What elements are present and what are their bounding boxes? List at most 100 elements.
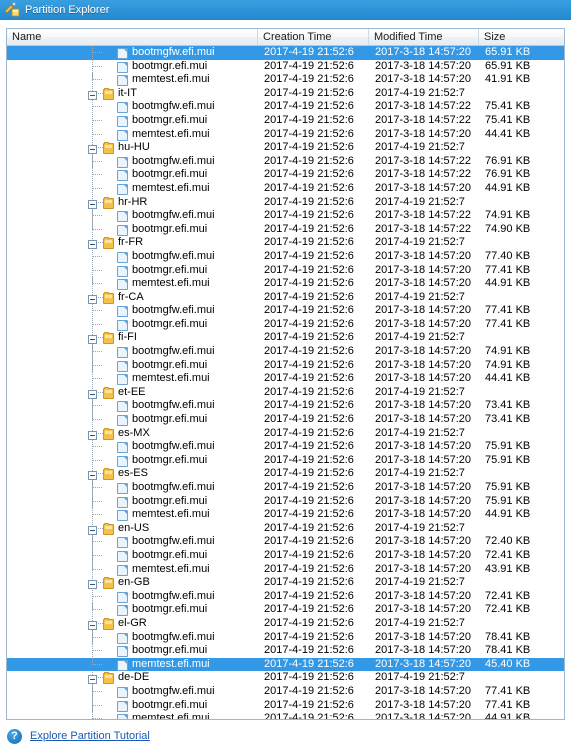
table-row[interactable]: fi-FI 2017-4-19 21:52:6 2017-4-19 21:52:7 bbox=[7, 331, 564, 345]
table-row[interactable]: bootmgr.efi.mui 2017-4-19 21:52:6 2017-3-1… bbox=[7, 358, 564, 373]
table-row[interactable]: memtest.efi.mui 2017-4-19 21:52:6 2017-3-1… bbox=[7, 73, 564, 87]
tree-expander-collapse-icon[interactable] bbox=[88, 294, 97, 304]
table-row[interactable]: hr-HR 2017-4-19 21:52:6 2017-4-19 21:52:7 bbox=[7, 196, 564, 210]
table-row[interactable]: bootmgr.efi.mui 2017-4-19 21:52:6 2017-3-1… bbox=[7, 113, 564, 128]
cell-creation-time: 2017-4-19 21:52:6 bbox=[264, 100, 354, 113]
tree-expander-collapse-icon[interactable] bbox=[88, 199, 97, 209]
cell-name: bootmgfw.efi.mui bbox=[7, 481, 258, 495]
table-row[interactable]: bootmgfw.efi.mui 2017-4-19 21:52:6 2017-3-… bbox=[7, 209, 564, 223]
table-row[interactable]: bootmgfw.efi.mui 2017-4-19 21:52:6 2017-3-… bbox=[7, 684, 564, 699]
table-row[interactable]: memtest.efi.mui 2017-4-19 21:52:6 2017-3-1… bbox=[7, 508, 564, 522]
cell-modified-time: 2017-3-18 14:57:20 bbox=[375, 358, 472, 371]
table-row[interactable]: it-IT 2017-4-19 21:52:6 2017-4-19 21:52:7 bbox=[7, 87, 564, 101]
cell-modified-time: 2017-4-19 21:52:7 bbox=[375, 385, 465, 398]
table-row[interactable]: bootmgfw.efi.mui 2017-4-19 21:52:6 2017-3-… bbox=[7, 630, 564, 645]
explore-partition-tutorial-link[interactable]: Explore Partition Tutorial bbox=[30, 730, 150, 742]
item-label: bootmgr.efi.mui bbox=[132, 113, 208, 126]
cell-name: bootmgfw.efi.mui bbox=[7, 440, 258, 454]
item-label: bootmgr.efi.mui bbox=[132, 222, 208, 235]
column-header-modified-time[interactable]: Modified Time bbox=[369, 29, 479, 45]
table-row[interactable]: fr-CA 2017-4-19 21:52:6 2017-4-19 21:52:7 bbox=[7, 291, 564, 305]
tree-connector bbox=[93, 351, 102, 353]
tree-expander-collapse-icon[interactable] bbox=[88, 525, 97, 535]
tree-expander-collapse-icon[interactable] bbox=[88, 90, 97, 100]
table-row[interactable]: memtest.efi.mui 2017-4-19 21:52:6 2017-3-1… bbox=[7, 562, 564, 577]
tree-expander-collapse-icon[interactable] bbox=[88, 620, 97, 630]
cell-size: 74.90 KB bbox=[485, 222, 531, 235]
table-row[interactable]: bootmgfw.efi.mui 2017-4-19 21:52:6 2017-3-… bbox=[7, 154, 564, 169]
cell-creation-time: 2017-4-19 21:52:6 bbox=[264, 481, 354, 493]
table-row[interactable]: bootmgr.efi.mui 2017-4-19 21:52:6 2017-3-1… bbox=[7, 413, 564, 427]
cell-size: 75.91 KB bbox=[485, 494, 531, 507]
table-row[interactable]: es-MX 2017-4-19 21:52:6 2017-4-19 21:52:7 bbox=[7, 427, 564, 441]
table-row[interactable]: hu-HU 2017-4-19 21:52:6 2017-4-19 21:52:7 bbox=[7, 141, 564, 155]
table-row[interactable]: bootmgfw.efi.mui 2017-4-19 21:52:6 2017-3-… bbox=[7, 100, 564, 114]
table-row[interactable]: bootmgfw.efi.mui 2017-4-19 21:52:6 2017-3-… bbox=[7, 399, 564, 414]
tree-connector bbox=[93, 568, 102, 570]
tree-expander-collapse-icon[interactable] bbox=[88, 675, 97, 685]
help-circle-icon[interactable]: ? bbox=[7, 728, 22, 744]
tree-expander-collapse-icon[interactable] bbox=[88, 471, 97, 481]
table-row[interactable]: en-US 2017-4-19 21:52:6 2017-4-19 21:52:7 bbox=[7, 522, 564, 536]
cell-name: bootmgfw.efi.mui bbox=[7, 589, 258, 604]
table-row[interactable]: bootmgfw.efi.mui 2017-4-19 21:52:6 2017-3-… bbox=[7, 481, 564, 495]
table-row[interactable]: memtest.efi.mui 2017-4-19 21:52:6 2017-3-1… bbox=[7, 127, 564, 142]
table-row[interactable]: en-GB 2017-4-19 21:52:6 2017-4-19 21:52:7 bbox=[7, 576, 564, 590]
table-row[interactable]: bootmgr.efi.mui 2017-4-19 21:52:6 2017-3-1… bbox=[7, 168, 564, 182]
tree-expander-collapse-icon[interactable] bbox=[88, 240, 97, 250]
table-row[interactable]: bootmgr.efi.mui 2017-4-19 21:52:6 2017-3-1… bbox=[7, 317, 564, 332]
folder-icon bbox=[103, 386, 114, 399]
table-row[interactable]: bootmgr.efi.mui 2017-4-19 21:52:6 2017-3-1… bbox=[7, 222, 564, 237]
table-row[interactable]: bootmgr.efi.mui 2017-4-19 21:52:6 2017-3-1… bbox=[7, 644, 564, 658]
item-label: en-GB bbox=[118, 576, 150, 589]
table-row[interactable]: bootmgfw.efi.mui 2017-4-19 21:52:6 2017-3-… bbox=[7, 589, 564, 604]
table-row[interactable]: bootmgfw.efi.mui 2017-4-19 21:52:6 2017-3-… bbox=[7, 304, 564, 318]
table-row[interactable]: bootmgr.efi.mui 2017-4-19 21:52:6 2017-3-1… bbox=[7, 263, 564, 278]
table-row[interactable]: de-DE 2017-4-19 21:52:6 2017-4-19 21:52:7 bbox=[7, 671, 564, 685]
cell-creation-time: 2017-4-19 21:52:6 bbox=[264, 236, 354, 249]
table-row[interactable]: bootmgr.efi.mui 2017-4-19 21:52:6 2017-3-1… bbox=[7, 548, 564, 563]
table-row[interactable]: bootmgr.efi.mui 2017-4-19 21:52:6 2017-3-1… bbox=[7, 698, 564, 713]
table-row[interactable]: bootmgr.efi.mui 2017-4-19 21:52:6 2017-3-1… bbox=[7, 603, 564, 617]
cell-creation-time: 2017-4-19 21:52:6 bbox=[264, 576, 354, 589]
tree-expander-collapse-icon[interactable] bbox=[88, 335, 97, 345]
table-row[interactable]: bootmgfw.efi.mui 2017-4-19 21:52:6 2017-3-… bbox=[7, 345, 564, 359]
tree-expander-collapse-icon[interactable] bbox=[88, 145, 97, 155]
table-row[interactable]: memtest.efi.mui 2017-4-19 21:52:6 2017-3-1… bbox=[7, 372, 564, 386]
cell-size: 43.91 KB bbox=[485, 562, 531, 575]
table-row[interactable]: bootmgfw.efi.mui 2017-4-19 21:52:6 2017-3-… bbox=[7, 249, 564, 264]
item-label: bootmgr.efi.mui bbox=[132, 358, 208, 371]
column-header-size[interactable]: Size bbox=[479, 29, 564, 45]
table-row[interactable]: es-ES 2017-4-19 21:52:6 2017-4-19 21:52:7 bbox=[7, 467, 564, 481]
cell-modified-time: 2017-4-19 21:52:7 bbox=[375, 576, 465, 589]
cell-name: bootmgr.efi.mui bbox=[7, 113, 258, 128]
table-row[interactable]: memtest.efi.mui 2017-4-19 21:52:6 2017-3-1… bbox=[7, 712, 564, 719]
cell-name: hr-HR bbox=[7, 196, 258, 210]
table-row[interactable]: fr-FR 2017-4-19 21:52:6 2017-4-19 21:52:7 bbox=[7, 236, 564, 250]
tree-expander-collapse-icon[interactable] bbox=[88, 389, 97, 399]
tree-expander-collapse-icon[interactable] bbox=[88, 580, 97, 590]
cell-creation-time: 2017-4-19 21:52:6 bbox=[264, 127, 354, 140]
file-icon bbox=[117, 102, 128, 114]
table-row[interactable]: bootmgfw.efi.mui 2017-4-19 21:52:6 2017-3-… bbox=[7, 440, 564, 454]
table-row[interactable]: el-GR 2017-4-19 21:52:6 2017-4-19 21:52:7 bbox=[7, 617, 564, 631]
table-row[interactable]: bootmgfw.efi.mui 2017-4-19 21:52:6 2017-3-… bbox=[7, 46, 564, 60]
tree-connector bbox=[93, 663, 102, 665]
table-row[interactable]: memtest.efi.mui 2017-4-19 21:52:6 2017-3-1… bbox=[7, 277, 564, 291]
cell-modified-time: 2017-3-18 14:57:22 bbox=[375, 113, 472, 126]
table-row[interactable]: bootmgr.efi.mui 2017-4-19 21:52:6 2017-3-1… bbox=[7, 494, 564, 509]
table-row[interactable]: bootmgr.efi.mui 2017-4-19 21:52:6 2017-3-1… bbox=[7, 453, 564, 468]
file-icon bbox=[117, 632, 128, 644]
tree-expander-collapse-icon[interactable] bbox=[88, 430, 97, 440]
table-row[interactable]: bootmgfw.efi.mui 2017-4-19 21:52:6 2017-3-… bbox=[7, 535, 564, 549]
tree-connector bbox=[93, 106, 102, 108]
column-header-creation-time[interactable]: Creation Time bbox=[258, 29, 369, 45]
file-list-rows[interactable]: bootmgfw.efi.mui 2017-4-19 21:52:6 2017-3-… bbox=[7, 46, 564, 719]
column-header-name[interactable]: Name bbox=[7, 29, 258, 45]
table-row[interactable]: et-EE 2017-4-19 21:52:6 2017-4-19 21:52:7 bbox=[7, 386, 564, 400]
cell-creation-time: 2017-4-19 21:52:6 bbox=[264, 358, 354, 371]
item-label: bootmgr.efi.mui bbox=[132, 59, 208, 72]
table-row[interactable]: bootmgr.efi.mui 2017-4-19 21:52:6 2017-3-1… bbox=[7, 59, 564, 74]
table-row[interactable]: memtest.efi.mui 2017-4-19 21:52:6 2017-3-1… bbox=[7, 657, 564, 672]
table-row[interactable]: memtest.efi.mui 2017-4-19 21:52:6 2017-3-1… bbox=[7, 181, 564, 196]
